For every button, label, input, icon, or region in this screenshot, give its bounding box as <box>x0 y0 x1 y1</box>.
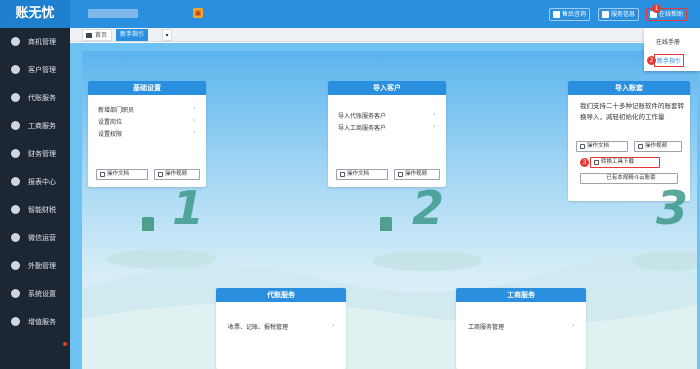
card-title: 基础设置 <box>88 81 206 95</box>
document-icon <box>100 172 105 177</box>
link-agency-management[interactable]: 收票、记账、报税管理 <box>228 322 288 331</box>
wechat-icon <box>11 233 20 242</box>
sidebar-item-smart-tax[interactable]: 智能财税 <box>0 196 70 224</box>
service-consult-button[interactable]: 售后咨询 <box>549 8 591 21</box>
link-import-business-customers[interactable]: 导入工商服务客户 <box>338 123 386 132</box>
sidebar-item-field[interactable]: 外勤管理 <box>0 252 70 280</box>
home-icon <box>86 33 92 38</box>
sidebar-item-wechat[interactable]: 微信运营 <box>0 224 70 252</box>
step-number: 1 <box>172 181 205 235</box>
document-icon <box>580 144 585 149</box>
top-bar: 账无忧 ▣ 售后咨询 服务信息 在线帮助 1 <box>0 0 700 28</box>
sidebar-item-business[interactable]: 工商服务 <box>0 112 70 140</box>
sidebar-item-finance[interactable]: 财务管理 <box>0 140 70 168</box>
video-button[interactable]: 操作视频 <box>634 141 682 152</box>
chevron-right-icon: › <box>433 111 436 118</box>
service-info-button[interactable]: 服务信息 <box>598 8 640 21</box>
card-import-customers: 导入客户 导入代账服务客户 › 导入工商服务客户 › 操作文档 操作视频 <box>328 81 446 187</box>
card-title: 工商服务 <box>456 288 586 302</box>
menu-item-beginner-guide[interactable]: 新手指引 <box>654 54 685 67</box>
card-title: 导入客户 <box>328 81 446 95</box>
video-button[interactable]: 操作视频 <box>154 169 200 180</box>
building-icon <box>11 121 20 130</box>
link-set-permission[interactable]: 设置权限 <box>98 129 122 138</box>
video-button[interactable]: 操作视频 <box>394 169 440 180</box>
info-icon <box>602 11 609 18</box>
smart-icon <box>11 205 20 214</box>
gift-icon[interactable]: ▣ <box>193 8 203 18</box>
chevron-right-icon: › <box>193 105 196 112</box>
menu-item-online-manual[interactable]: 在线手册 <box>656 37 680 46</box>
step-marker-3: 3 <box>580 158 589 167</box>
step-number: 2 <box>412 181 445 235</box>
notification-dot <box>63 342 67 346</box>
sidebar-item-value-added[interactable]: 增值服务 <box>0 308 70 336</box>
card-business-service: 工商服务 工商服务管理 › <box>456 288 586 369</box>
step-marker-1: 1 <box>652 4 661 13</box>
card-title: 代账服务 <box>216 288 346 302</box>
tab-bar: 首页 新手指引 ▾ <box>70 28 700 42</box>
finance-icon <box>11 149 20 158</box>
doc-button[interactable]: 操作文档 <box>336 169 388 180</box>
report-icon <box>11 177 20 186</box>
doc-button[interactable]: 操作文档 <box>96 169 148 180</box>
link-add-staff[interactable]: 新增部门职员 <box>98 105 134 114</box>
card-title: 导入账套 <box>568 81 690 95</box>
landscape-illustration <box>82 249 697 369</box>
doc-button[interactable]: 操作文档 <box>576 141 628 152</box>
tab-home[interactable]: 首页 <box>82 29 113 41</box>
location-icon <box>11 261 20 270</box>
tab-guide[interactable]: 新手指引 <box>116 29 149 41</box>
play-icon <box>638 144 643 149</box>
sidebar-item-opportunity[interactable]: 商机管理 <box>0 28 70 56</box>
chevron-right-icon: › <box>332 322 335 329</box>
target-icon <box>11 37 20 46</box>
download-icon <box>594 160 599 165</box>
card-basic-settings: 基础设置 新增部门职员 › 设置岗位 › 设置权限 › 操作文档 操作视频 <box>88 81 206 187</box>
sidebar: 商机管理 客户管理 代账服务 工商服务 财务管理 报表中心 智能财税 微信运营 … <box>0 28 70 369</box>
headset-icon <box>553 11 560 18</box>
document-icon <box>340 172 345 177</box>
main-content: 基础设置 新增部门职员 › 设置岗位 › 设置权限 › 操作文档 操作视频 1 … <box>70 43 700 369</box>
chevron-right-icon: › <box>193 117 196 124</box>
link-import-agency-customers[interactable]: 导入代账服务客户 <box>338 111 386 120</box>
play-icon <box>398 172 403 177</box>
user-name-redacted <box>88 9 138 18</box>
gear-icon <box>11 289 20 298</box>
link-set-position[interactable]: 设置岗位 <box>98 117 122 126</box>
sidebar-item-settings[interactable]: 系统设置 <box>0 280 70 308</box>
crown-icon <box>11 317 20 326</box>
guide-banner: 基础设置 新增部门职员 › 设置岗位 › 设置权限 › 操作文档 操作视频 1 … <box>82 51 697 369</box>
tab-dropdown-toggle[interactable]: ▾ <box>162 29 172 41</box>
app-logo[interactable]: 账无忧 <box>0 0 70 28</box>
step-number: 3 <box>656 181 689 235</box>
chevron-right-icon: › <box>193 129 196 136</box>
step-marker-2: 2 <box>647 56 656 65</box>
link-business-management[interactable]: 工商服务管理 <box>468 322 504 331</box>
customers-icon <box>11 65 20 74</box>
stone-decoration <box>142 217 154 231</box>
play-icon <box>158 172 163 177</box>
stone-decoration <box>380 217 392 231</box>
chevron-right-icon: › <box>433 123 436 130</box>
chevron-right-icon: › <box>572 322 575 329</box>
sidebar-item-reports[interactable]: 报表中心 <box>0 168 70 196</box>
help-dropdown-menu: 在线手册 新手指引 2 <box>644 28 700 71</box>
pen-icon <box>11 93 20 102</box>
sidebar-item-agency[interactable]: 代账服务 <box>0 84 70 112</box>
sidebar-item-customers[interactable]: 客户管理 <box>0 56 70 84</box>
conversion-tool-download-button[interactable]: 转换工具下载 <box>590 157 660 168</box>
card-agency-service: 代账服务 收票、记账、报税管理 › <box>216 288 346 369</box>
account-import-description: 我们支持二十多种记账软件的账套转换导入，减轻初始化的工作量 <box>580 102 684 121</box>
